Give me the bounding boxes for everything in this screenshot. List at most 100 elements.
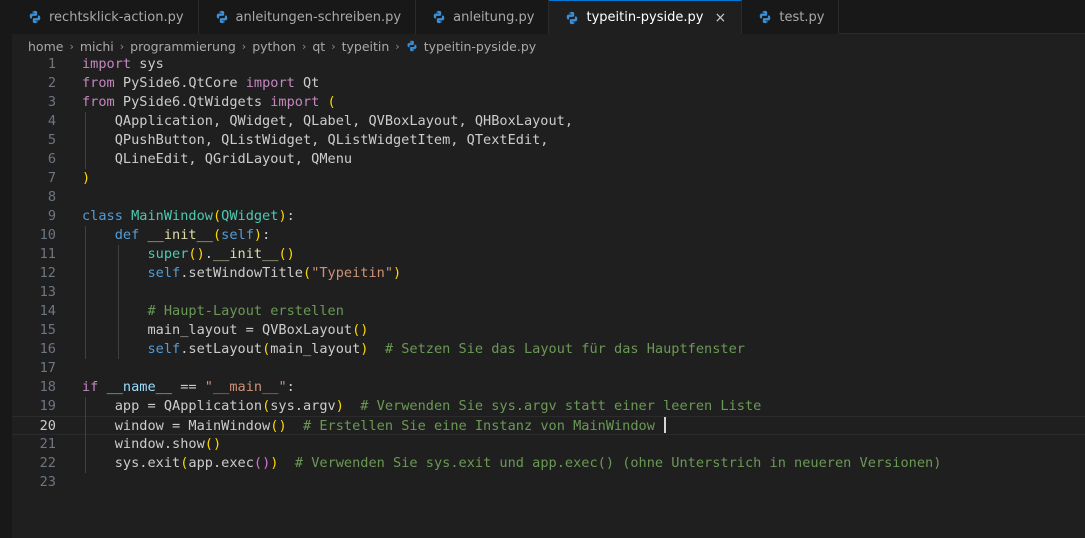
code-token: sys.argv — [270, 398, 336, 414]
code-token: Qt — [294, 75, 320, 91]
chevron-right-icon: › — [301, 39, 307, 53]
line-number: 21 — [39, 436, 56, 452]
code-text: main_layout = QVBoxLayout() — [82, 321, 368, 340]
editor-tab-bar: rechtsklick-action.py anleitungen-schreib… — [12, 0, 1085, 34]
chevron-right-icon: › — [69, 39, 74, 53]
code-line[interactable]: 7) — [12, 169, 1085, 188]
code-line[interactable]: 8 — [12, 188, 1085, 207]
line-number: 7 — [47, 170, 56, 186]
code-token: QWidget — [221, 208, 279, 224]
code-line[interactable]: 14 # Haupt-Layout erstellen — [12, 302, 1085, 321]
line-number: 23 — [39, 474, 56, 490]
python-file-icon — [407, 40, 417, 52]
code-token: app.exec — [188, 455, 254, 471]
line-number: 2 — [47, 75, 56, 91]
code-line[interactable]: 13 — [12, 283, 1085, 302]
code-token: main_layout — [270, 341, 361, 357]
code-token: __name__ — [106, 379, 173, 395]
code-token: : — [262, 227, 271, 243]
code-token: == — [172, 379, 205, 395]
code-line[interactable]: 10 def __init__(self): — [12, 226, 1085, 245]
breadcrumb-item-qt[interactable]: qt — [312, 39, 325, 54]
indent-guide — [117, 245, 119, 359]
code-token: self — [147, 341, 181, 357]
tab-label: anleitungen-schreiben.py — [235, 9, 402, 25]
code-token: . — [204, 246, 213, 262]
code-line[interactable]: 22 sys.exit(app.exec()) # Verwenden Sie … — [12, 454, 1085, 473]
breadcrumb-item-home[interactable]: home — [28, 39, 63, 54]
code-line[interactable]: 3 from PySide6.QtWidgets import ( — [12, 93, 1085, 112]
code-line[interactable]: 9 class MainWindow(QWidget): — [12, 207, 1085, 226]
code-line[interactable]: 18 if __name__ == "__main__": — [12, 378, 1085, 397]
line-number: 12 — [39, 265, 56, 281]
code-text: class MainWindow(QWidget): — [82, 207, 295, 226]
python-file-icon — [760, 10, 771, 24]
code-token: ( — [188, 246, 197, 262]
code-text: from PySide6.QtCore import Qt — [82, 74, 319, 93]
code-token: sys.exit — [82, 455, 181, 471]
code-line[interactable]: 2 from PySide6.QtCore import Qt — [12, 74, 1085, 93]
code-token: : — [286, 379, 295, 395]
code-line[interactable]: 11 super().__init__() — [12, 245, 1085, 264]
code-token: ) — [82, 170, 91, 186]
breadcrumb-item-programmierung[interactable]: programmierung — [130, 39, 236, 54]
tab-typeitin-pyside[interactable]: typeitin-pyside.py × — [549, 0, 743, 34]
code-token: QPushButton, QListWidget, QListWidgetIte… — [82, 132, 549, 148]
close-icon[interactable]: × — [713, 11, 727, 25]
python-file-icon — [29, 10, 41, 24]
code-token: class — [82, 208, 123, 224]
tab-anleitung[interactable]: anleitung.py — [416, 0, 550, 34]
code-text: super().__init__() — [82, 245, 294, 264]
code-text: window.show() — [82, 435, 221, 454]
code-line[interactable]: 5 QPushButton, QListWidget, QListWidgetI… — [12, 131, 1085, 150]
code-token: QApplication, QWidget, QLabel, QVBoxLayo… — [82, 113, 574, 129]
code-line[interactable]: 20 window = MainWindow() # Erstellen Sie… — [12, 416, 1085, 435]
code-text: import sys — [82, 55, 164, 74]
code-line[interactable]: 4 QApplication, QWidget, QLabel, QVBoxLa… — [12, 112, 1085, 131]
code-editor[interactable]: 1 import sys 2 from PySide6.QtCore import Q… — [12, 55, 1085, 538]
code-line[interactable]: 1 import sys — [12, 55, 1085, 74]
code-text: QApplication, QWidget, QLabel, QVBoxLayo… — [82, 112, 573, 131]
code-token: super — [147, 246, 189, 262]
tab-anleitungen-schreiben[interactable]: anleitungen-schreiben.py — [198, 0, 417, 34]
code-line[interactable]: 6 QLineEdit, QGridLayout, QMenu — [12, 150, 1085, 169]
code-line[interactable]: 15 main_layout = QVBoxLayout() — [12, 321, 1085, 340]
breadcrumb-file[interactable]: typeitin-pyside.py — [424, 39, 536, 54]
code-token: QLineEdit, QGridLayout, QMenu — [82, 151, 353, 167]
code-line[interactable]: 17 — [12, 359, 1085, 378]
code-text: if __name__ == "__main__": — [82, 378, 295, 397]
tab-label: anleitung.py — [453, 9, 535, 25]
code-token: ) — [335, 398, 344, 414]
code-token: window.show — [82, 436, 205, 452]
code-token: ( — [212, 208, 222, 224]
code-text: from PySide6.QtWidgets import ( — [82, 93, 336, 112]
code-token: app = QApplication — [82, 398, 263, 414]
tab-test[interactable]: test.py — [742, 0, 840, 34]
code-token: ( — [327, 94, 336, 110]
code-token: "__main__" — [204, 379, 287, 395]
code-token: from — [82, 94, 115, 110]
code-line[interactable]: 16 self.setLayout(main_layout) # Setzen … — [12, 340, 1085, 359]
breadcrumb-item-python[interactable]: python — [252, 39, 296, 54]
line-number: 1 — [47, 56, 56, 72]
code-line[interactable]: 21 window.show() — [12, 435, 1085, 454]
code-token: PySide6.QtCore — [114, 75, 246, 91]
breadcrumb-item-typeitin[interactable]: typeitin — [342, 39, 390, 54]
tab-rechtsklick-action[interactable]: rechtsklick-action.py — [12, 0, 199, 34]
code-token: # Setzen Sie das Layout für das Hauptfen… — [384, 341, 745, 357]
code-line[interactable]: 23 — [12, 473, 1085, 492]
python-file-icon — [216, 10, 227, 24]
code-line[interactable]: 12 self.setWindowTitle("Typeitin") — [12, 264, 1085, 283]
breadcrumb-item-michi[interactable]: michi — [80, 39, 114, 54]
code-text: QLineEdit, QGridLayout, QMenu — [82, 150, 352, 169]
code-line[interactable]: 19 app = QApplication(sys.argv) # Verwen… — [12, 397, 1085, 416]
line-number: 10 — [39, 227, 56, 243]
code-token: ( — [303, 265, 312, 281]
tab-label: typeitin-pyside.py — [586, 10, 704, 25]
